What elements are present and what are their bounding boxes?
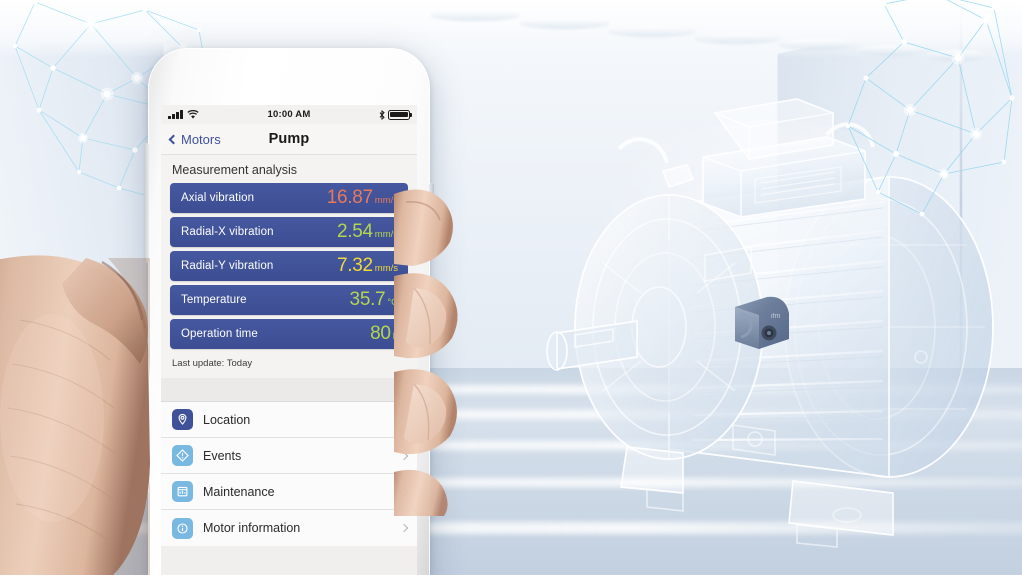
event-diamond-icon bbox=[172, 445, 193, 466]
measurement-unit: h bbox=[392, 331, 398, 342]
measurement-unit: mm/s bbox=[374, 263, 398, 274]
measurement-label: Radial-X vibration bbox=[181, 226, 274, 238]
measurement-row-radial-y-vibration[interactable]: Radial-Y vibration 7.32 mm/s bbox=[170, 251, 408, 281]
measurement-label: Axial vibration bbox=[181, 192, 255, 204]
ceiling-beam bbox=[608, 26, 696, 37]
ceiling-beam bbox=[778, 39, 858, 50]
navigation-bar: Motors Pump bbox=[161, 124, 417, 155]
measurement-value: 7.32 bbox=[337, 255, 373, 276]
menu-item-motor-information[interactable]: Motor information bbox=[161, 510, 417, 546]
menu-item-maintenance[interactable]: Maintenance bbox=[161, 474, 417, 510]
measurement-value-group: 2.54 mm/s bbox=[337, 221, 398, 243]
menu-item-label: Motor information bbox=[203, 521, 301, 535]
measurement-value: 35.7 bbox=[349, 289, 386, 310]
phone-screen: 10:00 AM Motors Pump Measurement analysi… bbox=[161, 105, 417, 575]
measurement-unit: mm/s bbox=[374, 195, 398, 206]
menu-list: Location Events Maintenance Motor inform… bbox=[161, 401, 417, 546]
screenshot-scene: ifm 10:00 AM Motors Pump Measurement ana… bbox=[0, 0, 1022, 575]
chevron-right-icon bbox=[399, 415, 409, 424]
measurement-value-group: 7.32 mm/s bbox=[337, 255, 398, 277]
chevron-right-icon bbox=[399, 523, 409, 533]
left-wall bbox=[0, 0, 164, 403]
measurement-label: Radial-Y vibration bbox=[181, 260, 274, 272]
measurement-row-operation-time[interactable]: Operation time 80 h bbox=[170, 319, 408, 349]
page-title: Pump bbox=[268, 131, 310, 147]
measurement-value-group: 80 h bbox=[370, 323, 398, 345]
menu-item-events[interactable]: Events bbox=[161, 438, 417, 474]
measurement-value-group: 16.87 mm/s bbox=[327, 187, 398, 209]
battery-full-icon bbox=[388, 109, 412, 120]
ceiling-beam bbox=[856, 45, 928, 56]
ceiling-beam bbox=[430, 10, 520, 21]
measurement-row-radial-x-vibration[interactable]: Radial-X vibration 2.54 mm/s bbox=[170, 217, 408, 247]
last-update-text: Last update: Today bbox=[161, 355, 417, 378]
location-pin-icon bbox=[172, 409, 193, 430]
maintenance-clipboard-icon bbox=[172, 481, 193, 502]
menu-item-label: Maintenance bbox=[203, 484, 275, 499]
chevron-right-icon bbox=[399, 451, 409, 460]
ceiling-beam bbox=[694, 33, 780, 44]
screen-bottom-space bbox=[161, 546, 417, 575]
measurement-unit: mm/s bbox=[374, 229, 398, 240]
phone-power-button[interactable] bbox=[429, 183, 434, 253]
chevron-right-icon bbox=[399, 487, 409, 496]
measurement-unit: °C bbox=[387, 297, 398, 308]
measurement-row-temperature[interactable]: Temperature 35.7 °C bbox=[170, 285, 408, 315]
ceiling-beam bbox=[926, 50, 988, 61]
status-bar-time: 10:00 AM bbox=[267, 109, 311, 120]
measurement-value: 80 bbox=[370, 323, 391, 344]
svg-text:ifm: ifm bbox=[771, 313, 781, 320]
status-bar: 10:00 AM bbox=[161, 105, 417, 124]
list-separator bbox=[161, 378, 417, 401]
phone-volume-button[interactable] bbox=[144, 143, 149, 263]
measurement-label: Operation time bbox=[181, 328, 258, 340]
menu-item-label: Location bbox=[203, 412, 251, 427]
smartphone: 10:00 AM Motors Pump Measurement analysi… bbox=[144, 48, 434, 575]
ceiling-beam bbox=[520, 18, 610, 29]
measurement-value: 2.54 bbox=[337, 221, 373, 242]
measurement-row-axial-vibration[interactable]: Axial vibration 16.87 mm/s bbox=[170, 183, 408, 213]
measurement-label: Temperature bbox=[181, 294, 247, 306]
measurement-value: 16.87 bbox=[326, 187, 373, 208]
menu-item-location[interactable]: Location bbox=[161, 402, 417, 438]
menu-item-label: Events bbox=[203, 448, 242, 463]
measurement-list: Axial vibration 16.87 mm/s Radial-X vibr… bbox=[161, 183, 417, 355]
info-circle-icon bbox=[172, 517, 193, 539]
measurement-value-group: 35.7 °C bbox=[350, 289, 398, 311]
wireless-vibration-sensor: ifm bbox=[727, 291, 797, 353]
section-title: Measurement analysis bbox=[161, 155, 417, 183]
